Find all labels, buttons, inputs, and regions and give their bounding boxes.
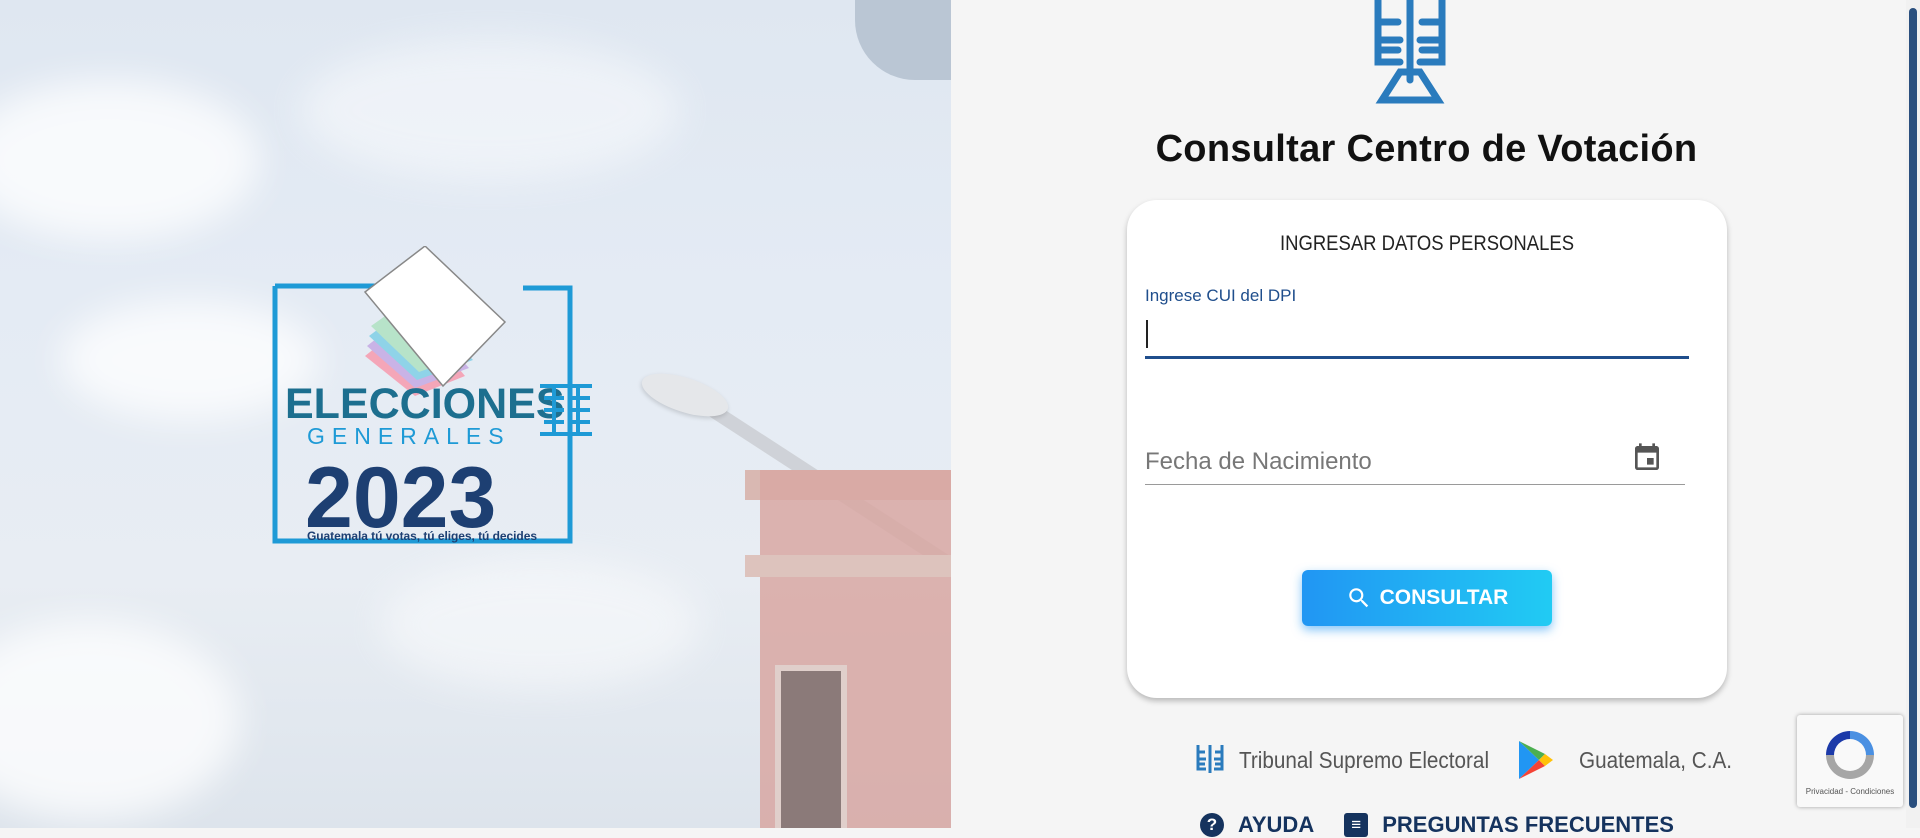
consultar-button[interactable]: CONSULTAR <box>1302 570 1552 626</box>
building-band <box>745 555 951 577</box>
cui-label: Ingrese CUI del DPI <box>1145 286 1297 305</box>
help-link-label: AYUDA <box>1238 812 1315 837</box>
consulta-form-card: INGRESAR DATOS PERSONALES Ingrese CUI de… <box>1127 200 1727 698</box>
help-circle-icon: ? <box>1200 813 1224 837</box>
recaptcha-terms[interactable]: Privacidad - Condiciones <box>1797 787 1903 796</box>
page-title: Consultar Centro de Votación <box>1155 128 1698 170</box>
footer-location: Guatemala, C.A. <box>1578 746 1732 773</box>
elecciones-2023-logo: ELECCIONES GENERALES 2023 Guatemala tú v… <box>272 246 592 546</box>
tse-emblem-icon <box>1374 0 1446 104</box>
help-link[interactable]: ? AYUDA <box>1200 812 1314 838</box>
scrollbar[interactable] <box>1906 0 1920 828</box>
recaptcha-badge[interactable]: Privacidad - Condiciones <box>1797 715 1903 807</box>
google-play-icon[interactable] <box>1515 739 1555 781</box>
consultar-button-label: CONSULTAR <box>1379 586 1509 609</box>
recaptcha-icon <box>1826 731 1874 779</box>
calendar-icon[interactable] <box>1631 442 1663 474</box>
form-section-title: INGRESAR DATOS PERSONALES <box>1279 232 1575 255</box>
logo-line2: GENERALES <box>307 423 511 449</box>
footer: Tribunal Supremo Electoral Guatemala, C.… <box>1195 738 1749 782</box>
cui-input[interactable] <box>1145 312 1689 359</box>
birthdate-field[interactable]: Fecha de Nacimiento <box>1145 432 1685 485</box>
bottom-links: ? AYUDA ≡ PREGUNTAS FRECUENTES <box>1200 812 1674 838</box>
tse-small-icon <box>1196 745 1224 773</box>
hero-background: ELECCIONES GENERALES 2023 Guatemala tú v… <box>0 0 951 828</box>
text-caret <box>1146 320 1148 348</box>
search-icon <box>1348 588 1368 608</box>
faq-link-label: PREGUNTAS FRECUENTES <box>1382 812 1674 837</box>
scrollbar-thumb[interactable] <box>1909 8 1917 808</box>
logo-line1: ELECCIONES <box>285 380 565 428</box>
birthdate-placeholder: Fecha de Nacimiento <box>1145 448 1372 475</box>
footer-org: Tribunal Supremo Electoral <box>1239 746 1490 773</box>
building-ornament <box>855 0 951 80</box>
list-icon: ≡ <box>1344 813 1369 837</box>
building-window <box>775 665 847 828</box>
faq-link[interactable]: ≡ PREGUNTAS FRECUENTES <box>1344 812 1674 838</box>
logo-tagline: Guatemala tú votas, tú eliges, tú decide… <box>307 529 537 543</box>
